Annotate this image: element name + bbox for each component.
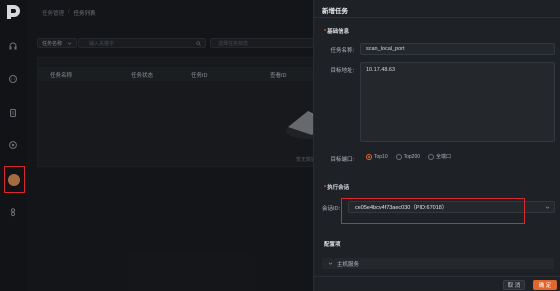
port-radio-group: Top10 Top200 全端口 <box>366 153 451 160</box>
executor-label: 会话ID: <box>321 206 340 212</box>
highlight-box-executor <box>341 198 525 224</box>
drawer-title: 新增任务 <box>322 8 348 15</box>
section-config: 配置项 <box>324 240 341 248</box>
cancel-button[interactable]: 取 消 <box>503 280 525 290</box>
section-basic-info: *基础信息 <box>324 27 349 35</box>
target-address-value: 10.17.48.63 <box>366 67 396 73</box>
left-nav-rail <box>0 0 26 291</box>
nav-task-button[interactable] <box>8 174 20 186</box>
required-mark: * <box>324 29 327 35</box>
chevron-down-icon <box>545 206 550 209</box>
radio-top200-label: Top200 <box>403 153 421 160</box>
radio-top10[interactable]: Top10 <box>366 153 388 160</box>
headset-icon <box>9 42 17 50</box>
app-logo-icon <box>7 5 20 19</box>
required-mark: * <box>324 185 327 191</box>
chevron-down-icon <box>328 262 333 265</box>
radio-top200[interactable]: Top200 <box>395 153 421 160</box>
section-basic-info-label: 基础信息 <box>327 29 350 35</box>
task-name-input[interactable]: scan_local_port <box>360 43 555 55</box>
nav-chat-button[interactable] <box>6 72 20 86</box>
radio-unselected-icon <box>428 153 435 160</box>
plugin-icon <box>10 208 16 217</box>
document-icon <box>10 109 16 117</box>
chat-icon <box>9 75 17 83</box>
radio-top10-label: Top10 <box>374 153 388 160</box>
target-address-label: 目标地址: <box>330 68 354 74</box>
nav-plugin-button[interactable] <box>6 205 20 219</box>
nav-settings-button[interactable] <box>6 138 20 152</box>
radio-all-ports-label: 全端口 <box>436 154 452 160</box>
divider <box>314 276 560 277</box>
divider <box>314 17 560 18</box>
radio-unselected-icon <box>395 153 402 160</box>
config-host-service-label: 主机服务 <box>337 261 360 268</box>
settings-icon <box>9 141 17 149</box>
section-executor-label: 执行会话 <box>327 185 350 191</box>
nav-headset-button[interactable] <box>6 39 20 53</box>
task-name-label: 任务名称: <box>330 48 354 54</box>
target-ports-label: 目标端口: <box>330 157 354 163</box>
nav-document-button[interactable] <box>6 106 20 120</box>
target-address-textarea[interactable]: 10.17.48.63 <box>360 62 555 142</box>
section-executor: *执行会话 <box>324 183 349 191</box>
config-host-service-row[interactable]: 主机服务 <box>322 258 554 269</box>
task-name-value: scan_local_port <box>366 46 405 52</box>
radio-selected-icon <box>366 153 372 160</box>
modal-overlay[interactable] <box>26 0 339 291</box>
new-task-drawer: 新增任务 *基础信息 任务名称: scan_local_port 目标地址: 1… <box>313 0 560 291</box>
section-config-label: 配置项 <box>324 242 341 248</box>
confirm-button[interactable]: 确 定 <box>533 280 557 290</box>
radio-all-ports[interactable]: 全端口 <box>428 153 451 160</box>
